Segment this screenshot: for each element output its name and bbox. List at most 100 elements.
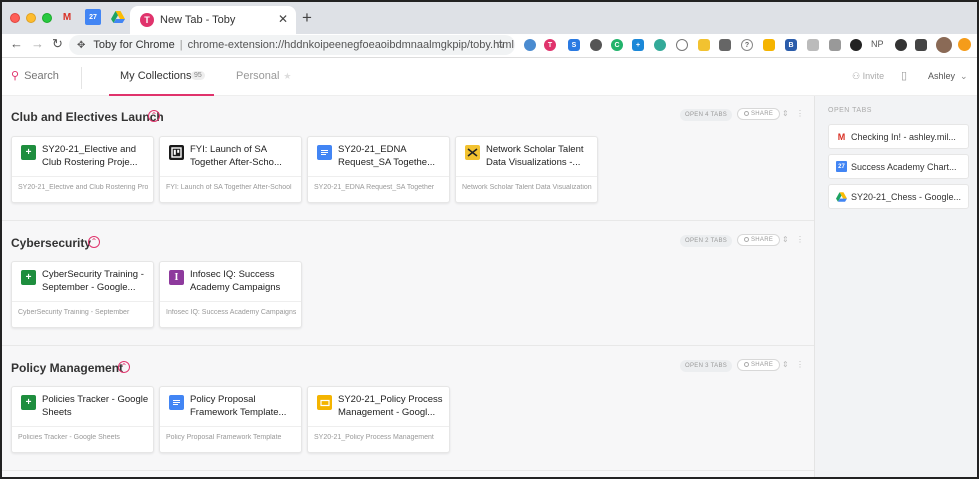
minimize-window-button[interactable] xyxy=(26,13,36,23)
site-label: Toby for Chrome xyxy=(93,39,175,51)
open-tabs-button[interactable]: OPEN 2 TABS xyxy=(680,235,733,247)
open-tab-item[interactable]: SY20-21_Chess - Google... xyxy=(828,184,969,209)
my-collections-label: My Collections xyxy=(120,70,192,82)
card-title: CyberSecurity Training - September - Goo… xyxy=(42,269,144,293)
ext-17-label[interactable]: NP xyxy=(871,39,884,49)
reload-icon[interactable]: ↻ xyxy=(52,36,63,52)
card-divider xyxy=(160,426,301,427)
ext-5[interactable]: C xyxy=(611,39,623,51)
ext-14[interactable] xyxy=(807,39,819,51)
google-slides-icon xyxy=(317,395,332,410)
gmail-icon[interactable]: M xyxy=(59,9,75,25)
share-icon xyxy=(744,362,749,367)
share-button[interactable]: SHARE xyxy=(737,108,781,120)
ext-3[interactable]: S xyxy=(568,39,580,51)
ext-6[interactable]: + xyxy=(632,39,644,51)
card-divider xyxy=(308,426,449,427)
card-description: SY20-21_Policy Process Management xyxy=(314,434,434,441)
new-tab-button[interactable]: + xyxy=(302,8,312,28)
tab-card[interactable]: Policy Proposal Framework Template... Po… xyxy=(159,386,302,453)
card-description: Network Scholar Talent Data Visualizatio… xyxy=(462,184,592,191)
tab-strip: M 27 T New Tab - Toby ✕ + xyxy=(2,2,977,34)
ext-10[interactable] xyxy=(719,39,731,51)
close-window-button[interactable] xyxy=(10,13,20,23)
google-drive-icon xyxy=(836,191,847,202)
collapse-icon[interactable]: ⌃ xyxy=(118,361,130,373)
tab-card[interactable]: + SY20-21_Elective and Club Rostering Pr… xyxy=(11,136,154,203)
ext-19[interactable] xyxy=(915,39,927,51)
card-divider xyxy=(160,301,301,302)
collection-title[interactable]: Club and Electives Launch xyxy=(11,110,164,124)
collapse-icon[interactable]: ⌃ xyxy=(148,110,160,122)
extension-puzzle-icon: ✥ xyxy=(77,39,86,51)
card-description: Policy Proposal Framework Template xyxy=(166,434,282,441)
ext-16[interactable] xyxy=(850,39,862,51)
card-title: Network Scholar Talent Data Visualizatio… xyxy=(486,144,584,168)
profile-avatar[interactable] xyxy=(936,37,952,53)
search-button[interactable]: ⚲ Search xyxy=(11,69,59,82)
ext-2[interactable]: T xyxy=(544,39,556,51)
card-title: Infosec IQ: Success Academy Campaigns xyxy=(190,269,281,293)
tab-active[interactable]: T New Tab - Toby ✕ xyxy=(130,6,296,34)
card-description: SY20-21_Elective and Club Rostering Proj… xyxy=(18,184,148,191)
book-icon[interactable]: ▯ xyxy=(901,69,907,82)
ext-15[interactable] xyxy=(829,39,841,51)
ext-4[interactable] xyxy=(590,39,602,51)
google-drive-icon[interactable] xyxy=(110,9,126,25)
drag-handle-icon[interactable]: ⇕ xyxy=(782,235,789,244)
ext-9[interactable] xyxy=(698,39,710,51)
ext-20[interactable] xyxy=(958,38,971,51)
more-options-icon[interactable]: ⋮ xyxy=(796,360,804,369)
more-options-icon[interactable]: ⋮ xyxy=(796,109,804,118)
forward-arrow-icon[interactable]: → xyxy=(31,36,44,51)
share-button[interactable]: SHARE xyxy=(737,359,781,371)
drag-handle-icon[interactable]: ⇕ xyxy=(782,360,789,369)
google-docs-icon xyxy=(317,145,332,160)
bookmark-star-icon[interactable]: ☆ xyxy=(495,37,506,51)
drag-handle-icon[interactable]: ⇕ xyxy=(782,109,789,118)
card-title: Policy Proposal Framework Template... xyxy=(190,394,287,418)
tab-card[interactable]: + CyberSecurity Training - September - G… xyxy=(11,261,154,328)
tab-card[interactable]: Network Scholar Talent Data Visualizatio… xyxy=(455,136,598,203)
more-options-icon[interactable]: ⋮ xyxy=(796,235,804,244)
tab-card[interactable]: SY20-21_Policy Process Management - Goog… xyxy=(307,386,450,453)
browser-toolbar: ← → ↻ ✥ Toby for Chrome | chrome-extensi… xyxy=(2,34,977,58)
open-tab-item[interactable]: M Checking In! - ashley.mil... xyxy=(828,124,969,149)
tab-personal[interactable]: Personal ★ xyxy=(236,70,292,82)
tab-card[interactable]: FYI: Launch of SA Together After-Scho...… xyxy=(159,136,302,203)
open-tab-label: Success Academy Chart... xyxy=(851,162,957,172)
collapse-icon[interactable]: ⌃ xyxy=(88,236,100,248)
ext-11[interactable]: ? xyxy=(741,39,753,51)
user-menu[interactable]: Ashley ⌄ xyxy=(928,71,968,82)
tab-card[interactable]: SY20-21_EDNA Request_SA Togethe... SY20-… xyxy=(307,136,450,203)
back-arrow-icon[interactable]: ← xyxy=(10,36,23,51)
ext-18[interactable] xyxy=(895,39,907,51)
ext-7[interactable] xyxy=(654,39,666,51)
ext-8[interactable] xyxy=(676,39,688,51)
open-tab-item[interactable]: 27 Success Academy Chart... xyxy=(828,154,969,179)
ext-12[interactable] xyxy=(763,39,775,51)
address-bar[interactable]: ✥ Toby for Chrome | chrome-extension://h… xyxy=(69,35,515,55)
card-divider xyxy=(12,301,153,302)
tab-card[interactable]: I Infosec IQ: Success Academy Campaigns … xyxy=(159,261,302,328)
tab-card[interactable]: + Policies Tracker - Google Sheets Polic… xyxy=(11,386,154,453)
invite-button[interactable]: ⚇ Invite xyxy=(852,71,884,82)
tab-my-collections[interactable]: My Collections 95 xyxy=(109,58,214,96)
ext-13[interactable]: B xyxy=(785,39,797,51)
collection-title[interactable]: Policy Management xyxy=(11,361,123,375)
open-tabs-button[interactable]: OPEN 3 TABS xyxy=(680,360,733,372)
share-label: SHARE xyxy=(751,362,774,368)
open-tabs-button[interactable]: OPEN 4 TABS xyxy=(680,109,733,121)
share-button[interactable]: SHARE xyxy=(737,234,781,246)
share-icon xyxy=(744,237,749,242)
ext-1[interactable] xyxy=(524,39,536,51)
calendar-icon: 27 xyxy=(836,161,847,172)
chevron-down-icon: ⌄ xyxy=(960,71,968,81)
close-tab-icon[interactable]: ✕ xyxy=(278,12,288,26)
url-separator: | xyxy=(179,39,183,51)
share-icon xyxy=(744,111,749,116)
collection-title[interactable]: Cybersecurity xyxy=(11,236,91,250)
maximize-window-button[interactable] xyxy=(42,13,52,23)
calendar-icon[interactable]: 27 xyxy=(85,9,101,25)
share-label: SHARE xyxy=(751,237,774,243)
